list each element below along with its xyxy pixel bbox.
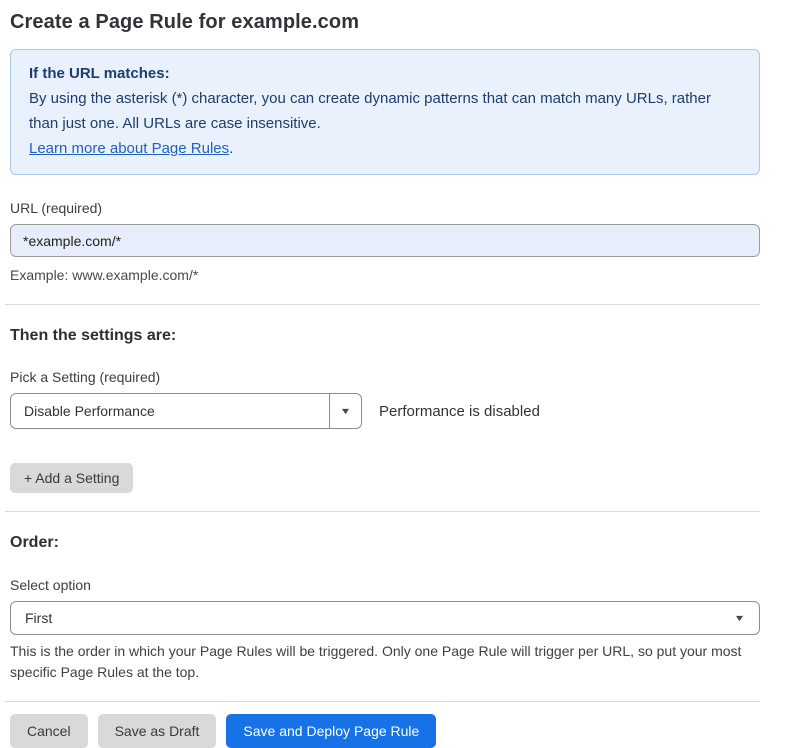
setting-dropdown[interactable]: Disable Performance ▼ xyxy=(10,393,362,429)
info-box-body: By using the asterisk (*) character, you… xyxy=(29,86,741,136)
order-select-value: First xyxy=(25,610,52,626)
url-helper: Example: www.example.com/* xyxy=(10,265,760,286)
info-box-link-line: Learn more about Page Rules. xyxy=(29,136,741,161)
pick-setting-label: Pick a Setting (required) xyxy=(10,369,760,385)
info-box-heading: If the URL matches: xyxy=(29,61,741,86)
page-title: Create a Page Rule for example.com xyxy=(10,11,760,34)
page-rule-form: Create a Page Rule for example.com If th… xyxy=(10,11,760,748)
order-helper: This is the order in which your Page Rul… xyxy=(10,641,760,683)
order-heading: Order: xyxy=(10,534,760,552)
url-input[interactable] xyxy=(10,224,760,257)
save-deploy-button[interactable]: Save and Deploy Page Rule xyxy=(226,714,436,748)
info-box: If the URL matches: By using the asteris… xyxy=(10,49,760,175)
chevron-down-icon: ▼ xyxy=(339,407,351,416)
divider xyxy=(5,511,760,512)
setting-dropdown-value: Disable Performance xyxy=(11,394,329,428)
url-label: URL (required) xyxy=(10,200,760,216)
link-suffix: . xyxy=(229,140,233,157)
add-setting-button[interactable]: + Add a Setting xyxy=(10,463,133,493)
setting-dropdown-arrow-button[interactable]: ▼ xyxy=(329,394,361,428)
setting-row: Disable Performance ▼ Performance is dis… xyxy=(10,393,760,429)
order-select[interactable]: First ▼ xyxy=(10,601,760,635)
save-draft-button[interactable]: Save as Draft xyxy=(98,714,217,748)
cancel-button[interactable]: Cancel xyxy=(10,714,88,748)
setting-status-text: Performance is disabled xyxy=(379,403,540,420)
divider xyxy=(5,304,760,305)
chevron-down-icon: ▼ xyxy=(734,614,746,623)
footer-actions: Cancel Save as Draft Save and Deploy Pag… xyxy=(10,714,760,748)
settings-heading: Then the settings are: xyxy=(10,327,760,345)
select-option-label: Select option xyxy=(10,577,760,593)
learn-more-link[interactable]: Learn more about Page Rules xyxy=(29,140,229,157)
divider xyxy=(5,701,760,702)
